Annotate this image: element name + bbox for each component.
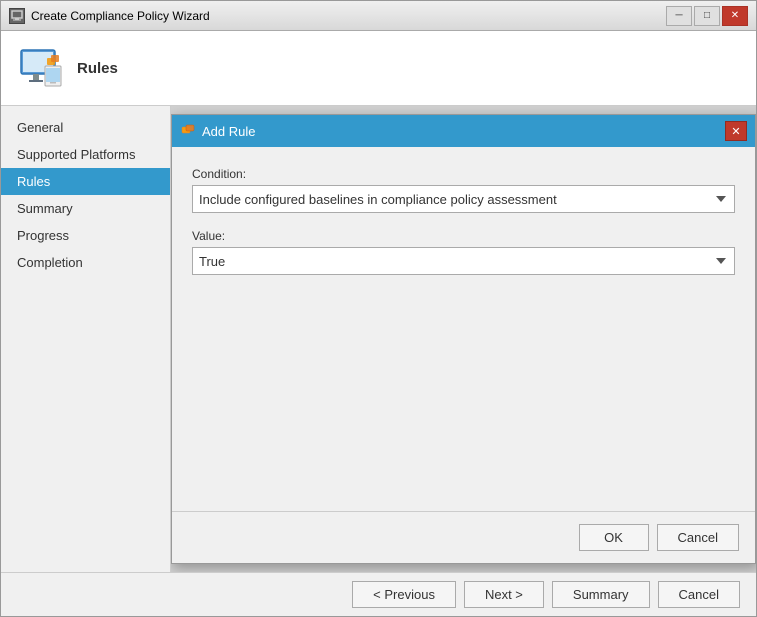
modal-title-text: Add Rule	[202, 124, 255, 139]
sidebar-item-supported-platforms[interactable]: Supported Platforms	[1, 141, 170, 168]
condition-label: Condition:	[192, 167, 735, 181]
next-button[interactable]: Next >	[464, 581, 544, 608]
summary-button[interactable]: Summary	[552, 581, 650, 608]
computer-icon	[17, 44, 65, 92]
modal-title-bar: Add Rule ✕	[172, 115, 755, 147]
wizard-footer: < Previous Next > Summary Cancel	[1, 572, 756, 616]
outer-window: Create Compliance Policy Wizard ─ □ ✕	[0, 0, 757, 617]
modal-title-left: Add Rule	[180, 123, 255, 139]
wizard-header: Rules	[1, 31, 756, 106]
value-group: Value: True False	[192, 229, 735, 275]
modal-empty-area	[192, 291, 735, 491]
modal-footer: OK Cancel	[172, 511, 755, 563]
close-button[interactable]: ✕	[722, 6, 748, 26]
sidebar: General Supported Platforms Rules Summar…	[1, 106, 171, 572]
modal-close-button[interactable]: ✕	[725, 121, 747, 141]
value-select[interactable]: True False	[192, 247, 735, 275]
previous-button[interactable]: < Previous	[352, 581, 456, 608]
condition-group: Condition: Include configured baselines …	[192, 167, 735, 213]
cancel-button[interactable]: Cancel	[658, 581, 740, 608]
cancel-button[interactable]: Cancel	[657, 524, 739, 551]
ok-button[interactable]: OK	[579, 524, 649, 551]
window-title: Create Compliance Policy Wizard	[31, 9, 210, 23]
main-content: Specify the rules for a compliant device	[171, 106, 756, 572]
maximize-button[interactable]: □	[694, 6, 720, 26]
title-bar-left: Create Compliance Policy Wizard	[9, 8, 210, 24]
minimize-button[interactable]: ─	[666, 6, 692, 26]
condition-select[interactable]: Include configured baselines in complian…	[192, 185, 735, 213]
wizard-icon-area	[17, 44, 65, 92]
wizard-content: Rules General Supported Platforms Rules …	[1, 31, 756, 616]
modal-icon	[180, 123, 196, 139]
sidebar-item-summary[interactable]: Summary	[1, 195, 170, 222]
modal-body: Condition: Include configured baselines …	[172, 147, 755, 511]
title-bar-controls: ─ □ ✕	[666, 6, 748, 26]
wizard-header-title: Rules	[77, 60, 118, 77]
title-bar: Create Compliance Policy Wizard ─ □ ✕	[1, 1, 756, 31]
wizard-body: General Supported Platforms Rules Summar…	[1, 106, 756, 572]
sidebar-item-rules[interactable]: Rules	[1, 168, 170, 195]
title-bar-icon	[9, 8, 25, 24]
modal-overlay: Add Rule ✕ Condition: Include configured…	[171, 106, 756, 572]
sidebar-item-general[interactable]: General	[1, 114, 170, 141]
value-label: Value:	[192, 229, 735, 243]
sidebar-item-completion[interactable]: Completion	[1, 249, 170, 276]
sidebar-item-progress[interactable]: Progress	[1, 222, 170, 249]
add-rule-dialog: Add Rule ✕ Condition: Include configured…	[171, 114, 756, 564]
